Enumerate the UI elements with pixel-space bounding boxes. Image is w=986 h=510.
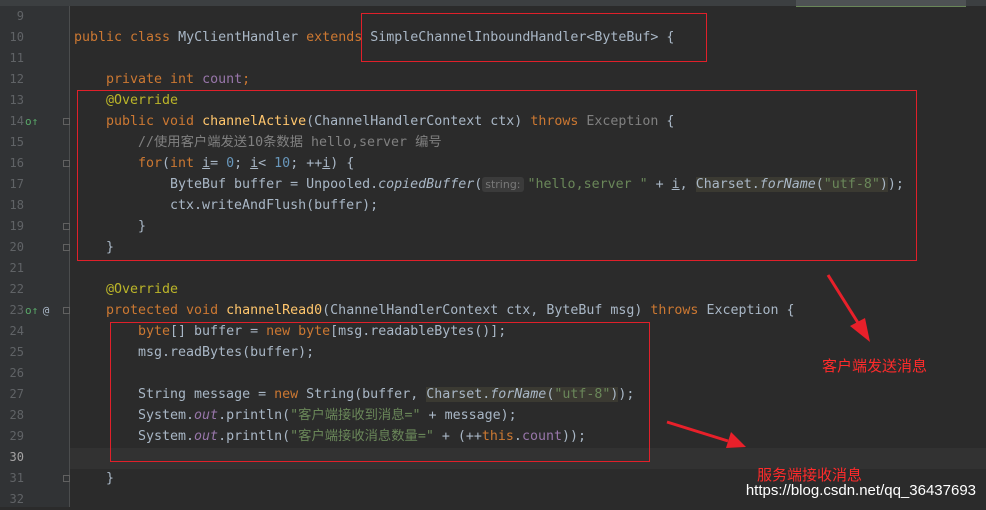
arrow-line-server — [666, 420, 729, 443]
watermark: https://blog.csdn.net/qq_36437693 — [745, 482, 976, 499]
arrow-line-client — [826, 274, 862, 327]
annotation-arrows — [666, 274, 870, 448]
annotation-client-send: 客户端发送消息 — [822, 357, 928, 375]
arrow-head-server — [726, 432, 746, 448]
arrow-head-client — [850, 318, 870, 342]
